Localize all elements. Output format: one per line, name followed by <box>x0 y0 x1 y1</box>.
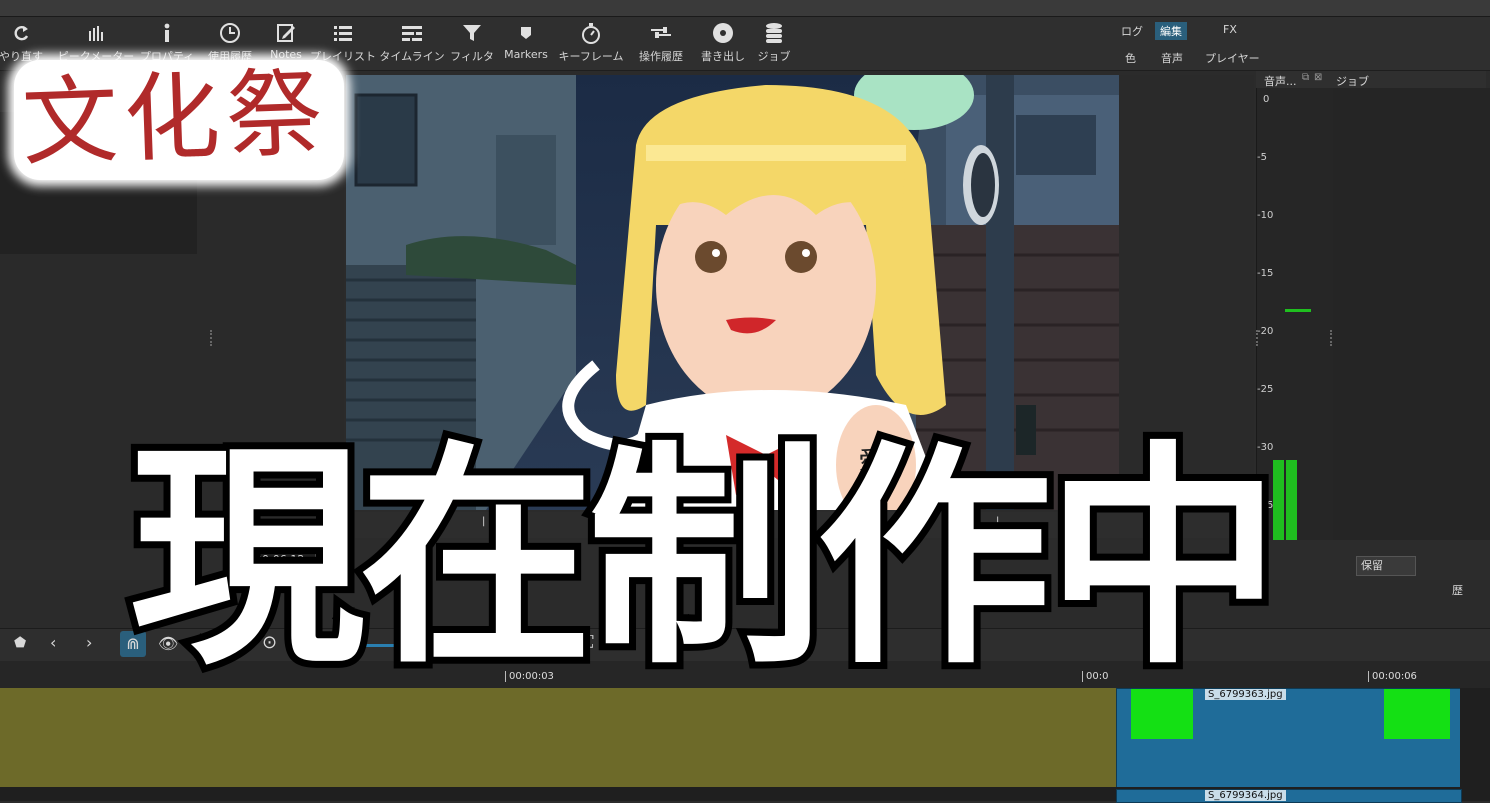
clock-icon <box>219 21 241 45</box>
keyframes-label: キーフレーム <box>558 50 624 63</box>
notes-icon <box>275 21 297 45</box>
clip-name: S_6799364.jpg <box>1205 790 1286 801</box>
export-label: 書き出し <box>701 50 745 63</box>
meter-tick-label: 0 <box>1263 94 1270 105</box>
jobs-label: ジョブ <box>757 50 791 63</box>
meter-tick-label: -5 <box>1257 152 1267 163</box>
jobs-panel-title: ジョブ <box>1336 75 1369 88</box>
marker-icon <box>518 21 534 45</box>
close-icon[interactable]: ⊠ <box>1314 72 1322 83</box>
history-icon <box>649 21 673 45</box>
marker-add-icon[interactable]: ⬟ <box>14 635 26 651</box>
meter-tick-label: -15 <box>1257 268 1274 279</box>
keyframes-button[interactable]: キーフレーム <box>558 21 624 67</box>
filter-label: フィルタ <box>450 50 494 63</box>
title-strip <box>0 0 1490 17</box>
peak-indicator <box>1285 308 1311 312</box>
meter-tick-label: -25 <box>1257 384 1274 395</box>
redo-icon <box>11 21 31 45</box>
meter-title: 音声... <box>1264 75 1297 88</box>
stopwatch-icon <box>580 21 602 45</box>
festival-title: 文化祭 <box>20 56 330 180</box>
meter-bar-right <box>1286 459 1297 551</box>
timeline-icon <box>400 21 424 45</box>
timeline-clip[interactable]: S_6799363.jpg <box>1116 688 1462 789</box>
clip-thumbnail <box>1131 689 1193 739</box>
float-icon[interactable]: ⧉ <box>1302 72 1309 83</box>
meter-header: 音声... ⧉ ⊠ ジョブ <box>1256 71 1486 88</box>
export-button[interactable]: 書き出し <box>698 21 748 67</box>
layout-audio-tab[interactable]: 音声 <box>1156 49 1188 67</box>
splitter-handle[interactable] <box>210 330 214 346</box>
playlist-icon <box>332 21 354 45</box>
meter-splitter[interactable] <box>1256 330 1260 346</box>
layout-edit-tab[interactable]: 編集 <box>1155 22 1187 40</box>
history-label: 操作履歴 <box>639 50 683 63</box>
markers-label: Markers <box>504 48 548 61</box>
info-icon <box>157 21 177 45</box>
in-production-title: 現在制作中 <box>123 423 1288 697</box>
filter-button[interactable]: フィルタ <box>450 21 494 67</box>
previous-marker-icon[interactable]: ‹ <box>50 633 56 652</box>
history-tab[interactable]: 歴 <box>1452 582 1463 598</box>
layout-player-tab[interactable]: プレイヤー <box>1200 49 1265 67</box>
hold-button[interactable]: 保留 <box>1356 556 1416 576</box>
track-video-1[interactable] <box>0 688 1116 787</box>
markers-button[interactable]: Markers <box>502 21 550 67</box>
timeline-label: タイムライン <box>379 50 445 63</box>
layout-log-tab[interactable]: ログ <box>1116 22 1148 40</box>
jobs-panel <box>1333 88 1490 554</box>
export-icon <box>711 21 735 45</box>
jobs-button[interactable]: ジョブ <box>756 21 792 67</box>
layout-fx-tab[interactable]: FX <box>1218 22 1242 37</box>
history-button[interactable]: 操作履歴 <box>632 21 690 67</box>
next-marker-icon[interactable]: › <box>86 633 92 652</box>
peak-meter-icon <box>86 21 106 45</box>
clip-thumbnail <box>1384 689 1450 739</box>
track-end-area <box>1460 688 1490 787</box>
layout-color-tab[interactable]: 色 <box>1120 49 1141 67</box>
filter-icon <box>461 21 483 45</box>
meter-tick-label: -10 <box>1257 210 1274 221</box>
jobs-icon <box>764 21 784 45</box>
ruler-tick: 00:00:06 <box>1368 671 1417 682</box>
timeline-button[interactable]: タイムライン <box>379 21 445 67</box>
